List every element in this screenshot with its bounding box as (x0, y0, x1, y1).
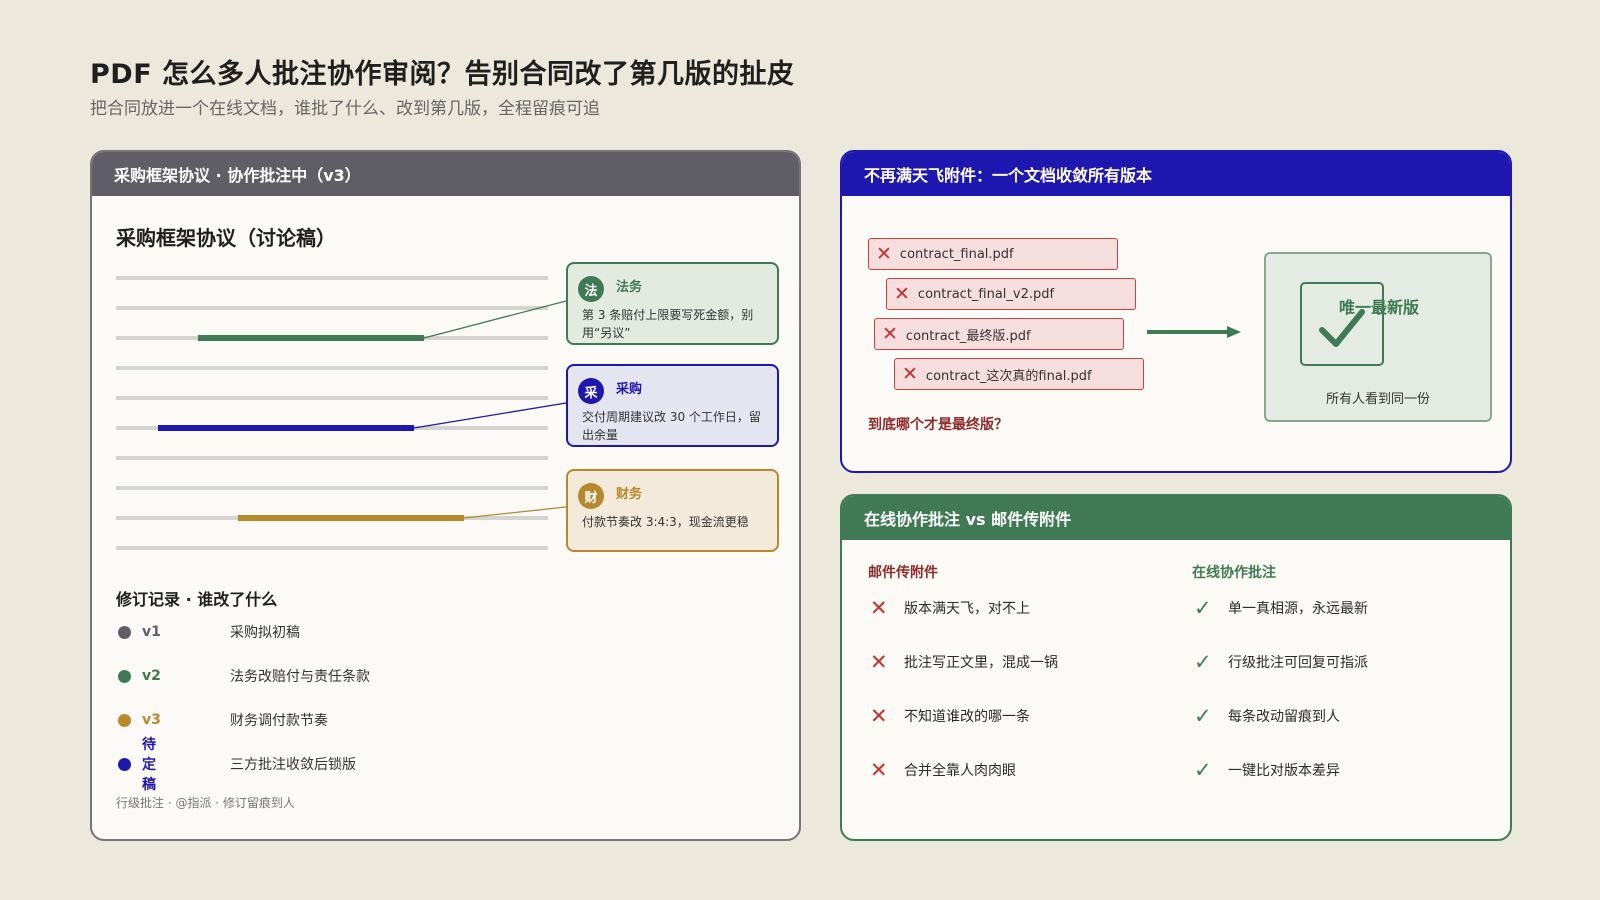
check-icon: ✓ (1194, 650, 1212, 674)
annotation-author: 采购 (616, 382, 643, 397)
annotation-text: 第 3 条赔付上限要写死金额，别用“另议” (582, 308, 754, 340)
attachment-file[interactable]: ✕ contract_这次真的final.pdf (894, 358, 1144, 390)
file-name: contract_final_v2.pdf (917, 286, 1055, 302)
revision-row[interactable]: v3 财务调付款节奏 (118, 710, 328, 730)
revision-dot (118, 669, 131, 683)
x-icon: ✕ (870, 704, 888, 728)
page-title: PDF 怎么多人批注协作审阅？告别合同改了第几版的扯皮 (90, 59, 795, 90)
revision-desc: 财务调付款节奏 (230, 713, 328, 729)
pro-item: ✓ 每条改动留痕到人 (1194, 704, 1340, 728)
annotation-procurement[interactable]: 采 采购 交付周期建议改 30 个工作日，留出余量 (566, 364, 779, 447)
attachment-file[interactable]: ✕ contract_final.pdf (868, 238, 1118, 270)
revision-row[interactable]: v2 法务改赔付与责任条款 (118, 666, 370, 686)
annotation-author: 法务 (616, 280, 643, 295)
avatar-finance: 财 (578, 483, 604, 509)
final-version-sub: 所有人看到同一份 (1325, 392, 1430, 407)
x-icon: ✕ (870, 650, 888, 674)
annotation-text: 付款节奏改 3:4:3，现金流更稳 (582, 515, 749, 529)
annotation-legal[interactable]: 法 法务 第 3 条赔付上限要写死金额，别用“另议” (566, 262, 779, 345)
x-icon: ✕ (894, 283, 910, 305)
revision-history-title: 修订记录 · 谁改了什么 (116, 590, 278, 609)
revision-dot (118, 713, 131, 727)
final-version-label: 唯一最新版 (1339, 298, 1420, 317)
revision-desc: 三方批注收敛后锁版 (230, 757, 356, 773)
annotation-finance[interactable]: 财 财务 付款节奏改 3:4:3，现金流更稳 (566, 469, 779, 552)
versions-card-header: 不再满天飞附件：一个文档收敛所有版本 (842, 152, 1510, 196)
x-icon: ✕ (882, 323, 898, 345)
avatar-legal: 法 (578, 276, 604, 302)
revision-version: 待定稿 (142, 737, 156, 793)
revision-version: v2 (142, 668, 161, 684)
attachment-file[interactable]: ✕ contract_final_v2.pdf (886, 278, 1136, 310)
feature-footnote: 行级批注 · @指派 · 修订留痕到人 (116, 796, 295, 810)
revision-dot (118, 757, 131, 771)
con-item: ✕ 不知道谁改的哪一条 (870, 704, 1030, 728)
x-icon: ✕ (870, 596, 888, 620)
revision-version: v3 (142, 712, 161, 728)
x-icon: ✕ (876, 243, 892, 265)
pro-item: ✓ 单一真相源，永远最新 (1194, 596, 1368, 620)
single-latest-version[interactable]: 唯一最新版 所有人看到同一份 (1264, 252, 1492, 422)
file-name: contract_最终版.pdf (905, 328, 1031, 344)
online-column-title: 在线协作批注 (1192, 565, 1276, 581)
con-item: ✕ 版本满天飞，对不上 (870, 596, 1030, 620)
con-item: ✕ 合并全靠人肉肉眼 (870, 758, 1016, 782)
check-icon: ✓ (1194, 758, 1212, 782)
revision-desc: 法务改赔付与责任条款 (230, 669, 370, 685)
revision-version: v1 (142, 624, 161, 640)
pro-item: ✓ 行级批注可回复可指派 (1194, 650, 1368, 674)
attachment-file[interactable]: ✕ contract_最终版.pdf (874, 318, 1124, 350)
page-subtitle: 把合同放进一个在线文档，谁批了什么、改到第几版，全程留痕可追 (90, 99, 600, 119)
check-icon: ✓ (1194, 704, 1212, 728)
x-icon: ✕ (870, 758, 888, 782)
which-final-question: 到底哪个才是最终版？ (868, 417, 1008, 433)
document-card-header: 采购框架协议 · 协作批注中（v3） (92, 152, 799, 196)
x-icon: ✕ (902, 363, 918, 385)
revision-row[interactable]: 待定稿 三方批注收敛后锁版 (118, 737, 356, 793)
arrow-right-icon (1147, 326, 1241, 338)
comparison-card-header: 在线协作批注 vs 邮件传附件 (842, 496, 1510, 540)
con-item: ✕ 批注写正文里，混成一锅 (870, 650, 1058, 674)
comparison-card: 在线协作批注 vs 邮件传附件 邮件传附件 在线协作批注 ✕ 版本满天飞，对不上 … (840, 494, 1512, 841)
file-name: contract_final.pdf (899, 246, 1014, 262)
revision-row[interactable]: v1 采购拟初稿 (118, 622, 300, 642)
revision-dot (118, 625, 131, 639)
connector-procurement (413, 402, 567, 429)
email-column-title: 邮件传附件 (868, 565, 938, 581)
check-icon: ✓ (1194, 596, 1212, 620)
avatar-procurement: 采 (578, 378, 604, 404)
pro-item: ✓ 一键比对版本差异 (1194, 758, 1340, 782)
file-name: contract_这次真的final.pdf (925, 368, 1092, 384)
revision-desc: 采购拟初稿 (230, 625, 300, 641)
annotation-text: 交付周期建议改 30 个工作日，留出余量 (582, 410, 761, 442)
versions-card: 不再满天飞附件：一个文档收敛所有版本 ✕ contract_final.pdf … (840, 150, 1512, 473)
document-card: 采购框架协议 · 协作批注中（v3） 采购框架协议（讨论稿） 法 法务 第 3 … (90, 150, 801, 841)
annotation-author: 财务 (616, 487, 643, 502)
